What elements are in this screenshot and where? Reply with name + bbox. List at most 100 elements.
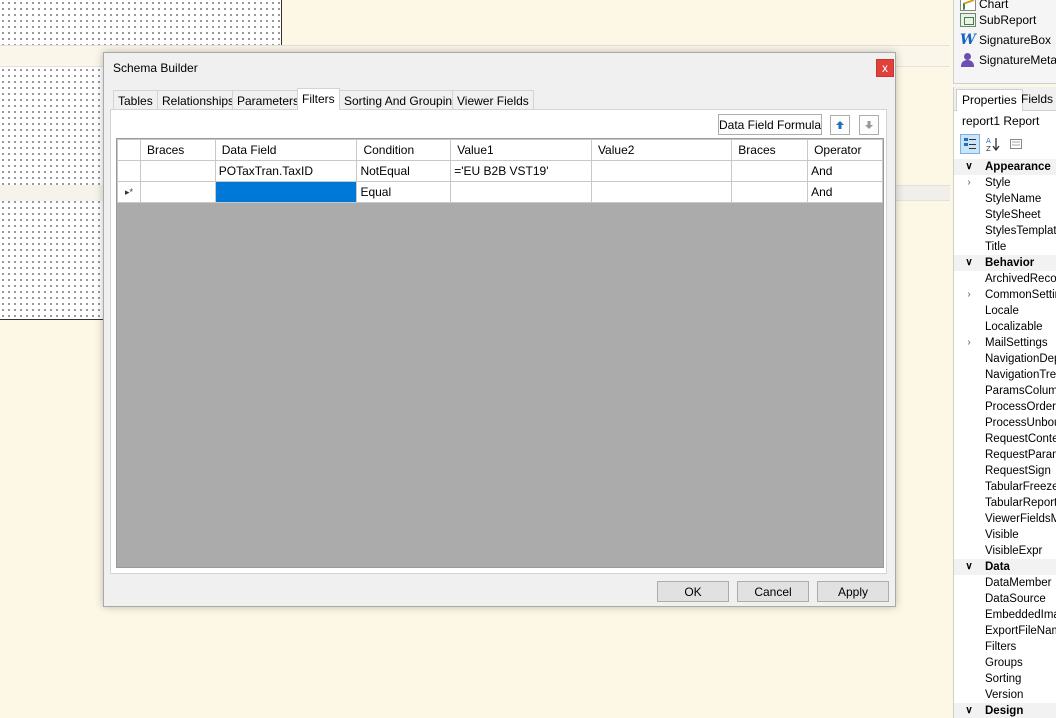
property-row[interactable]: RequestContex [954,431,1056,447]
data-field-formula-button[interactable]: Data Field Formula [718,114,822,135]
filters-grid[interactable]: Braces Data Field Condition Value1 Value… [116,138,884,568]
property-row[interactable]: ViewerFieldsMo [954,511,1056,527]
property-row[interactable]: NavigationDept [954,351,1056,367]
cell-condition[interactable]: Equal [356,181,452,203]
tab-parameters[interactable]: Parameters [232,90,305,109]
tab-tables[interactable]: Tables [113,90,158,109]
chevron-down-icon[interactable]: ∨ [964,255,974,271]
new-row-indicator[interactable]: ▸* [117,181,141,203]
column-header-braces-close[interactable]: Braces [731,139,809,161]
tab-relationships[interactable]: Relationships [157,90,240,109]
cell-value2[interactable] [590,160,733,182]
property-row[interactable]: › MailSettings [954,335,1056,351]
section-band-lower [0,185,104,201]
property-label: StyleName [985,193,1042,205]
property-row[interactable]: StylesTemplate [954,223,1056,239]
row-header[interactable] [117,160,141,182]
property-row[interactable]: TabularFreeze [954,479,1056,495]
chevron-right-icon[interactable]: › [964,335,974,351]
tab-viewer-fields[interactable]: Viewer Fields [452,90,534,109]
tab-properties[interactable]: Properties [956,89,1023,111]
property-row[interactable]: Localizable [954,319,1056,335]
cell-value1[interactable] [450,181,592,203]
property-row[interactable]: ProcessOrder [954,399,1056,415]
svg-text:A: A [986,137,991,145]
property-row[interactable]: Sorting [954,671,1056,687]
column-header-braces[interactable]: Braces [139,139,216,161]
column-header-operator[interactable]: Operator [807,139,883,161]
move-up-button[interactable] [830,115,850,135]
sort-az-icon[interactable]: AZ [983,134,1003,154]
tab-sorting-and-grouping[interactable]: Sorting And Grouping [339,90,464,109]
property-label: Locale [985,305,1019,317]
toolbox-item-subreport[interactable]: SubReport [960,10,1036,30]
chevron-right-icon[interactable]: › [964,287,974,303]
property-category[interactable]: ∨ Design [954,703,1056,718]
selected-object-label[interactable]: report1 Report [962,114,1039,128]
property-row[interactable]: StyleName [954,191,1056,207]
tab-filters[interactable]: Filters [297,88,340,110]
chevron-right-icon[interactable]: › [964,175,974,191]
property-row[interactable]: StyleSheet [954,207,1056,223]
column-header-value2[interactable]: Value2 [590,139,733,161]
property-row[interactable]: VisibleExpr [954,543,1056,559]
cell-operator[interactable]: And [807,160,883,182]
property-row[interactable]: TabularReport [954,495,1056,511]
cell-braces-close[interactable] [731,160,809,182]
property-row[interactable]: ArchivedRecord [954,271,1056,287]
categorized-icon[interactable] [960,134,980,154]
property-row[interactable]: RequestParams [954,447,1056,463]
property-row[interactable]: Version [954,687,1056,703]
cell-braces-open[interactable] [139,181,216,203]
cell-value1[interactable]: ='EU B2B VST19' [450,160,592,182]
cell-condition[interactable]: NotEqual [356,160,452,182]
property-label: ProcessUnbou [985,417,1056,429]
property-row[interactable]: Title [954,239,1056,255]
property-label: Appearance [985,161,1051,173]
property-row[interactable]: › CommonSetting [954,287,1056,303]
apply-button[interactable]: Apply [817,581,889,602]
column-header-data-field[interactable]: Data Field [214,139,358,161]
cell-value2[interactable] [590,181,733,203]
property-row[interactable]: ParamsColumns [954,383,1056,399]
toolbox-item-signaturemeta[interactable]: SignatureMetaB [960,50,1056,70]
cell-data-field-selected[interactable] [214,181,358,203]
toolbox-item-signaturebox[interactable]: W SignatureBox [960,30,1051,50]
property-row[interactable]: Visible [954,527,1056,543]
property-row[interactable]: EmbeddedImag [954,607,1056,623]
report-section-grid[interactable] [0,0,282,45]
move-down-button[interactable] [859,115,879,135]
chevron-down-icon[interactable]: ∨ [964,703,974,718]
property-row[interactable]: RequestSign [954,463,1056,479]
properties-tab-strip: Properties Fields [954,87,1056,111]
chevron-down-icon[interactable]: ∨ [964,559,974,575]
property-row[interactable]: Filters [954,639,1056,655]
column-header-condition[interactable]: Condition [356,139,452,161]
property-label: Data [985,561,1010,573]
cancel-button[interactable]: Cancel [737,581,809,602]
property-row[interactable]: Groups [954,655,1056,671]
property-pages-icon[interactable] [1006,134,1026,154]
ok-button[interactable]: OK [657,581,729,602]
tab-fields[interactable]: Fields [1016,89,1056,111]
cell-braces-open[interactable] [139,160,216,182]
property-row[interactable]: Locale [954,303,1056,319]
property-row[interactable]: DataSource [954,591,1056,607]
property-row[interactable]: NavigationTree [954,367,1056,383]
cell-operator[interactable]: And [807,181,883,203]
chevron-down-icon[interactable]: ∨ [964,159,974,175]
property-category[interactable]: ∨ Behavior [954,255,1056,271]
property-row[interactable]: › Style [954,175,1056,191]
property-row[interactable]: DataMember [954,575,1056,591]
cell-braces-close[interactable] [731,181,809,203]
property-row[interactable]: ProcessUnbou [954,415,1056,431]
property-label: TabularFreeze [985,481,1056,493]
table-row[interactable]: POTaxTran.TaxID NotEqual ='EU B2B VST19'… [117,160,883,182]
table-row-new[interactable]: ▸* Equal And [117,181,883,203]
cell-data-field[interactable]: POTaxTran.TaxID [214,160,358,182]
property-row[interactable]: ExportFileName [954,623,1056,639]
column-header-value1[interactable]: Value1 [450,139,592,161]
close-button[interactable]: x [876,59,894,77]
property-category[interactable]: ∨ Appearance [954,159,1056,175]
property-category[interactable]: ∨ Data [954,559,1056,575]
